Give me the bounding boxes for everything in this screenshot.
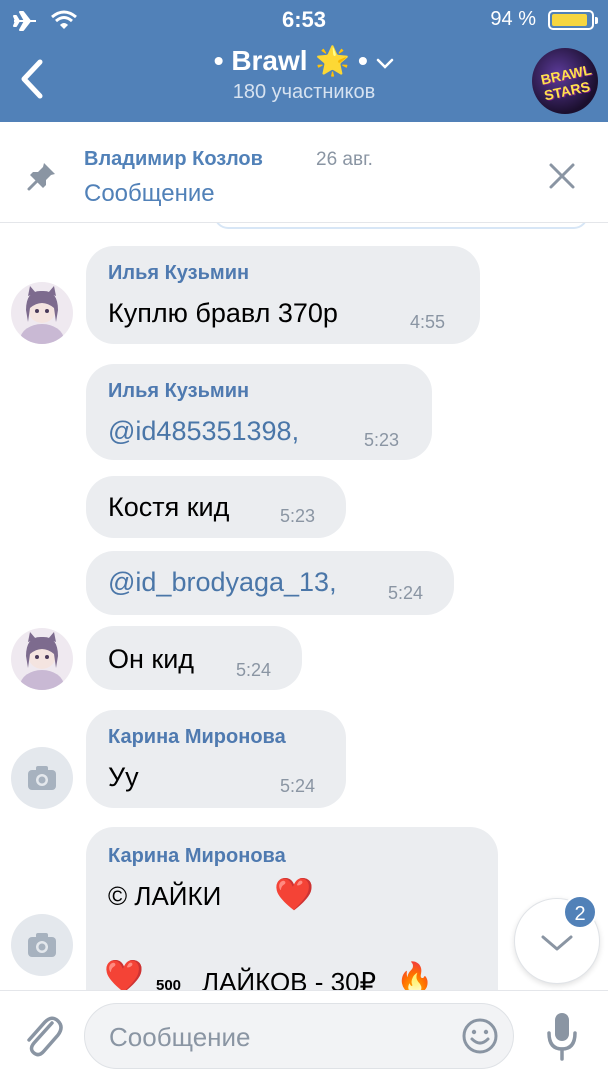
message-text: Куплю бравл 370р <box>108 298 338 328</box>
chat-participants-count: 180 участников <box>232 81 376 103</box>
pinned-message[interactable]: Владимир Козлов 26 авг. Сообщение <box>0 122 608 223</box>
anime-girl-avatar-icon <box>20 632 64 690</box>
message-time: 5:24 <box>236 660 272 680</box>
close-icon[interactable] <box>546 160 578 192</box>
message-time: 5:24 <box>280 776 316 796</box>
message-text-line: © лайки <box>108 881 222 911</box>
chat-avatar-logo: BRAWL STARS <box>539 61 593 104</box>
message-bubble[interactable]: Костя кид 5:23 <box>86 476 346 538</box>
message-text-small: 500 <box>156 977 182 990</box>
message-time: 5:23 <box>280 506 316 526</box>
message-time: 5:24 <box>388 583 424 603</box>
pinned-author: Владимир Козлов <box>84 148 263 170</box>
message-bubble[interactable]: Илья Кузьмин Куплю бравл 370р 4:55 <box>86 246 480 344</box>
chevron-down-icon <box>541 935 573 951</box>
message-text: Уу <box>108 762 139 792</box>
message-time: 5:23 <box>364 430 400 450</box>
message-feed[interactable]: Илья Кузьмин Куплю бравл 370р 4:55 Илья … <box>0 223 608 990</box>
chevron-down-icon <box>377 58 394 69</box>
chat-avatar[interactable]: BRAWL STARS <box>532 48 598 114</box>
fire-emoji: 🔥 <box>396 962 434 990</box>
heart-emoji: ❤️ <box>274 876 314 912</box>
message-author[interactable]: Карина Миронова <box>108 845 286 868</box>
message-bubble[interactable]: Карина Миронова Уу 5:24 <box>86 710 346 808</box>
scroll-down-button[interactable]: 2 <box>514 895 600 984</box>
paperclip-icon[interactable] <box>20 1011 64 1059</box>
avatar[interactable] <box>11 282 73 344</box>
avatar[interactable] <box>11 747 73 809</box>
message-text: Костя кид <box>108 492 230 522</box>
pin-icon <box>27 163 55 191</box>
message-author[interactable]: Илья Кузьмин <box>108 262 249 285</box>
battery-icon <box>548 10 598 30</box>
chat-title: • Brawl 🌟 • <box>213 45 368 76</box>
message-input-box[interactable] <box>84 1003 514 1069</box>
chat-title-block[interactable]: • Brawl 🌟 • 180 участников <box>0 44 608 104</box>
message-bubble[interactable]: Карина Миронова © лайки ❤️ ❤️ 500 лайков… <box>86 827 498 990</box>
camera-icon <box>28 766 56 790</box>
message-author[interactable]: Карина Миронова <box>108 726 286 749</box>
message-text-line: лайков - 30₽ <box>202 967 377 990</box>
heart-emoji: ❤️ <box>104 958 144 990</box>
message-time: 4:55 <box>410 312 446 332</box>
battery-percent: 94 % <box>490 8 536 30</box>
previous-message-edge <box>214 223 588 229</box>
emoji-smile-icon[interactable] <box>461 1017 499 1055</box>
status-bar: 6:53 94 % <box>0 0 608 40</box>
camera-icon <box>28 933 56 957</box>
anime-girl-avatar-icon <box>20 286 64 344</box>
message-text: Он кид <box>108 644 195 674</box>
message-composer <box>0 990 608 1081</box>
pinned-text: Сообщение <box>84 180 215 207</box>
avatar[interactable] <box>11 914 73 976</box>
unread-badge: 2 <box>563 895 597 929</box>
avatar[interactable] <box>11 628 73 690</box>
mention-link[interactable]: @id_brodyaga_13, <box>108 567 337 598</box>
pinned-date: 26 авг. <box>316 149 373 170</box>
message-bubble[interactable]: Илья Кузьмин @id485351398, 5:23 <box>86 364 432 460</box>
message-bubble[interactable]: @id_brodyaga_13, 5:24 <box>86 551 454 615</box>
mention-link[interactable]: @id485351398, <box>108 416 299 447</box>
message-author[interactable]: Илья Кузьмин <box>108 380 249 403</box>
message-input[interactable] <box>107 1018 451 1056</box>
battery-fill <box>552 14 588 26</box>
microphone-icon[interactable] <box>544 1009 580 1063</box>
chat-header: 6:53 94 % • Brawl 🌟 • 180 участников BRA… <box>0 0 608 122</box>
message-bubble[interactable]: Он кид 5:24 <box>86 626 302 690</box>
